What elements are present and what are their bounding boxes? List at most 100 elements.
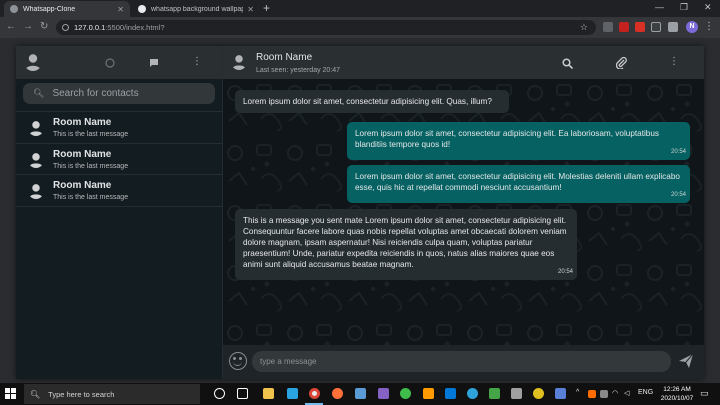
attach-icon[interactable] bbox=[616, 57, 627, 69]
tab-title: whatsapp background wallpaper bbox=[151, 5, 244, 13]
emoji-icon[interactable] bbox=[229, 352, 247, 370]
browser-toolbar: ← → ↻ 127.0.0.1 :5500/index.html? ☆ N ⋮ bbox=[0, 17, 720, 38]
tray-app-icon[interactable] bbox=[588, 390, 596, 398]
windows-taskbar: 🔍︎ Type here to search ^ ◠ ◁ ENG 12:26 A… bbox=[0, 383, 720, 405]
extension-icon[interactable] bbox=[651, 22, 661, 32]
contact-name: Room Name bbox=[53, 117, 112, 128]
address-bar[interactable]: 127.0.0.1 :5500/index.html? ☆ bbox=[56, 20, 596, 35]
vscode-icon[interactable] bbox=[445, 388, 456, 399]
mail-icon[interactable] bbox=[355, 388, 366, 399]
volume-icon[interactable]: ◁ bbox=[624, 389, 629, 397]
system-clock[interactable]: 12:26 AM 2020/10/07 bbox=[660, 385, 694, 403]
app-icon[interactable] bbox=[555, 388, 566, 399]
sidebar: ⋮ 🔍︎ Search for contacts Room Name This … bbox=[16, 46, 223, 379]
clock-date: 2020/10/07 bbox=[660, 395, 694, 402]
app-icon[interactable] bbox=[400, 388, 411, 399]
contact-item[interactable]: Room Name This is the last message bbox=[16, 175, 222, 207]
message-input[interactable]: type a message bbox=[252, 351, 671, 372]
url-host: 127.0.0.1 bbox=[74, 23, 106, 32]
profile-avatar[interactable]: N bbox=[686, 21, 698, 33]
contact-avatar-icon bbox=[28, 184, 44, 200]
tab-whatsapp-clone[interactable]: Whatsapp-Clone ✕ bbox=[4, 1, 130, 17]
app-icon[interactable] bbox=[533, 388, 544, 399]
extension-icon[interactable] bbox=[635, 22, 645, 32]
taskbar-search-text: Type here to search bbox=[48, 389, 115, 399]
window-close-icon[interactable]: ✕ bbox=[704, 2, 712, 13]
message-time: 20:54 bbox=[670, 192, 686, 198]
maximize-icon[interactable]: ❐ bbox=[680, 2, 688, 13]
clock-time: 12:26 AM bbox=[663, 386, 691, 393]
file-explorer-icon[interactable] bbox=[263, 388, 274, 399]
extension-icon[interactable] bbox=[603, 22, 613, 32]
chat-header: Room Name Last seen: yesterday 20:47 ⋮ bbox=[223, 46, 704, 79]
contact-item[interactable]: Room Name This is the last message bbox=[16, 144, 222, 176]
edge-icon[interactable] bbox=[467, 388, 478, 399]
browser-menu-icon[interactable]: ⋮ bbox=[704, 21, 714, 32]
search-input[interactable]: 🔍︎ Search for contacts bbox=[23, 83, 215, 104]
chat-menu-icon[interactable]: ⋮ bbox=[669, 56, 679, 67]
contact-name: Room Name bbox=[53, 180, 112, 192]
room-avatar-icon[interactable] bbox=[231, 54, 247, 70]
new-tab-icon[interactable]: + bbox=[263, 1, 270, 15]
message-input-placeholder: type a message bbox=[260, 357, 317, 366]
tab-favicon-icon bbox=[138, 5, 146, 13]
send-icon[interactable] bbox=[678, 353, 694, 369]
tab-whatsapp-wallpaper[interactable]: whatsapp background wallpaper ✕ bbox=[132, 1, 260, 17]
contact-last-message: This is the last message bbox=[53, 131, 129, 138]
bookmark-star-icon[interactable]: ☆ bbox=[580, 22, 588, 33]
browser-tab-strip: Whatsapp-Clone ✕ whatsapp background wal… bbox=[0, 0, 720, 17]
sidebar-menu-icon[interactable]: ⋮ bbox=[192, 56, 202, 67]
message-text: Lorem ipsum dolor sit amet, consectetur … bbox=[355, 129, 659, 149]
contact-item[interactable]: Room Name This is the last message bbox=[16, 112, 222, 144]
message-time: 20:54 bbox=[670, 149, 686, 155]
visual-studio-icon[interactable] bbox=[378, 388, 389, 399]
message-text: This is a message you sent mate Lorem ip… bbox=[243, 216, 567, 269]
tab-title: Whatsapp-Clone bbox=[23, 5, 76, 13]
sidebar-header: ⋮ bbox=[16, 46, 222, 79]
contact-name: Room Name bbox=[53, 148, 112, 160]
notifications-icon[interactable]: ▭ bbox=[700, 388, 709, 399]
tab-close-icon[interactable]: ✕ bbox=[117, 5, 124, 14]
tray-battery-icon[interactable] bbox=[600, 390, 608, 398]
app-icon[interactable] bbox=[287, 388, 298, 399]
task-view-icon[interactable] bbox=[237, 388, 248, 399]
app-icon[interactable] bbox=[511, 388, 522, 399]
puzzle-extensions-icon[interactable] bbox=[668, 22, 678, 32]
message-outgoing: Lorem ipsum dolor sit amet, consectetur … bbox=[347, 122, 690, 160]
firefox-icon[interactable] bbox=[332, 388, 343, 399]
cortana-icon[interactable] bbox=[214, 388, 225, 399]
room-name: Room Name bbox=[256, 52, 313, 63]
chrome-icon[interactable] bbox=[309, 388, 320, 399]
contact-last-message: This is the last message bbox=[53, 162, 129, 170]
search-icon[interactable] bbox=[562, 58, 573, 69]
url-path: :5500/index.html? bbox=[105, 23, 165, 32]
status-icon[interactable] bbox=[105, 58, 115, 68]
contact-avatar-icon bbox=[28, 152, 44, 168]
windows-start-icon[interactable] bbox=[5, 388, 16, 399]
last-seen: Last seen: yesterday 20:47 bbox=[256, 67, 341, 74]
message-text: Lorem ipsum dolor sit amet, consectetur … bbox=[243, 97, 492, 106]
tab-close-icon[interactable]: ✕ bbox=[247, 5, 254, 14]
page-viewport: ⋮ 🔍︎ Search for contacts Room Name This … bbox=[0, 38, 720, 383]
message-time: 20:54 bbox=[557, 269, 573, 275]
new-chat-icon[interactable] bbox=[149, 58, 159, 68]
contact-last-message: This is the last message bbox=[53, 194, 129, 202]
back-icon[interactable]: ← bbox=[6, 21, 16, 32]
message-list: Lorem ipsum dolor sit amet, consectetur … bbox=[223, 79, 704, 345]
chat-panel: Room Name Last seen: yesterday 20:47 ⋮ L… bbox=[223, 46, 704, 379]
message-incoming: Lorem ipsum dolor sit amet, consectetur … bbox=[235, 90, 509, 113]
contact-avatar-icon bbox=[28, 121, 44, 136]
site-info-icon[interactable] bbox=[62, 24, 69, 31]
tray-chevron-icon[interactable]: ^ bbox=[576, 389, 579, 396]
minimize-icon[interactable]: — bbox=[655, 2, 664, 12]
taskbar-search[interactable]: 🔍︎ Type here to search bbox=[24, 384, 200, 404]
search-container: 🔍︎ Search for contacts bbox=[16, 79, 222, 112]
wifi-icon[interactable]: ◠ bbox=[612, 389, 618, 397]
sublime-text-icon[interactable] bbox=[423, 388, 434, 399]
language-indicator[interactable]: ENG bbox=[638, 389, 653, 396]
reload-icon[interactable]: ↻ bbox=[40, 21, 48, 32]
pdf-extension-icon[interactable] bbox=[619, 22, 629, 32]
user-avatar-icon[interactable] bbox=[24, 53, 42, 71]
forward-icon[interactable]: → bbox=[23, 21, 33, 32]
app-icon[interactable] bbox=[489, 388, 500, 399]
